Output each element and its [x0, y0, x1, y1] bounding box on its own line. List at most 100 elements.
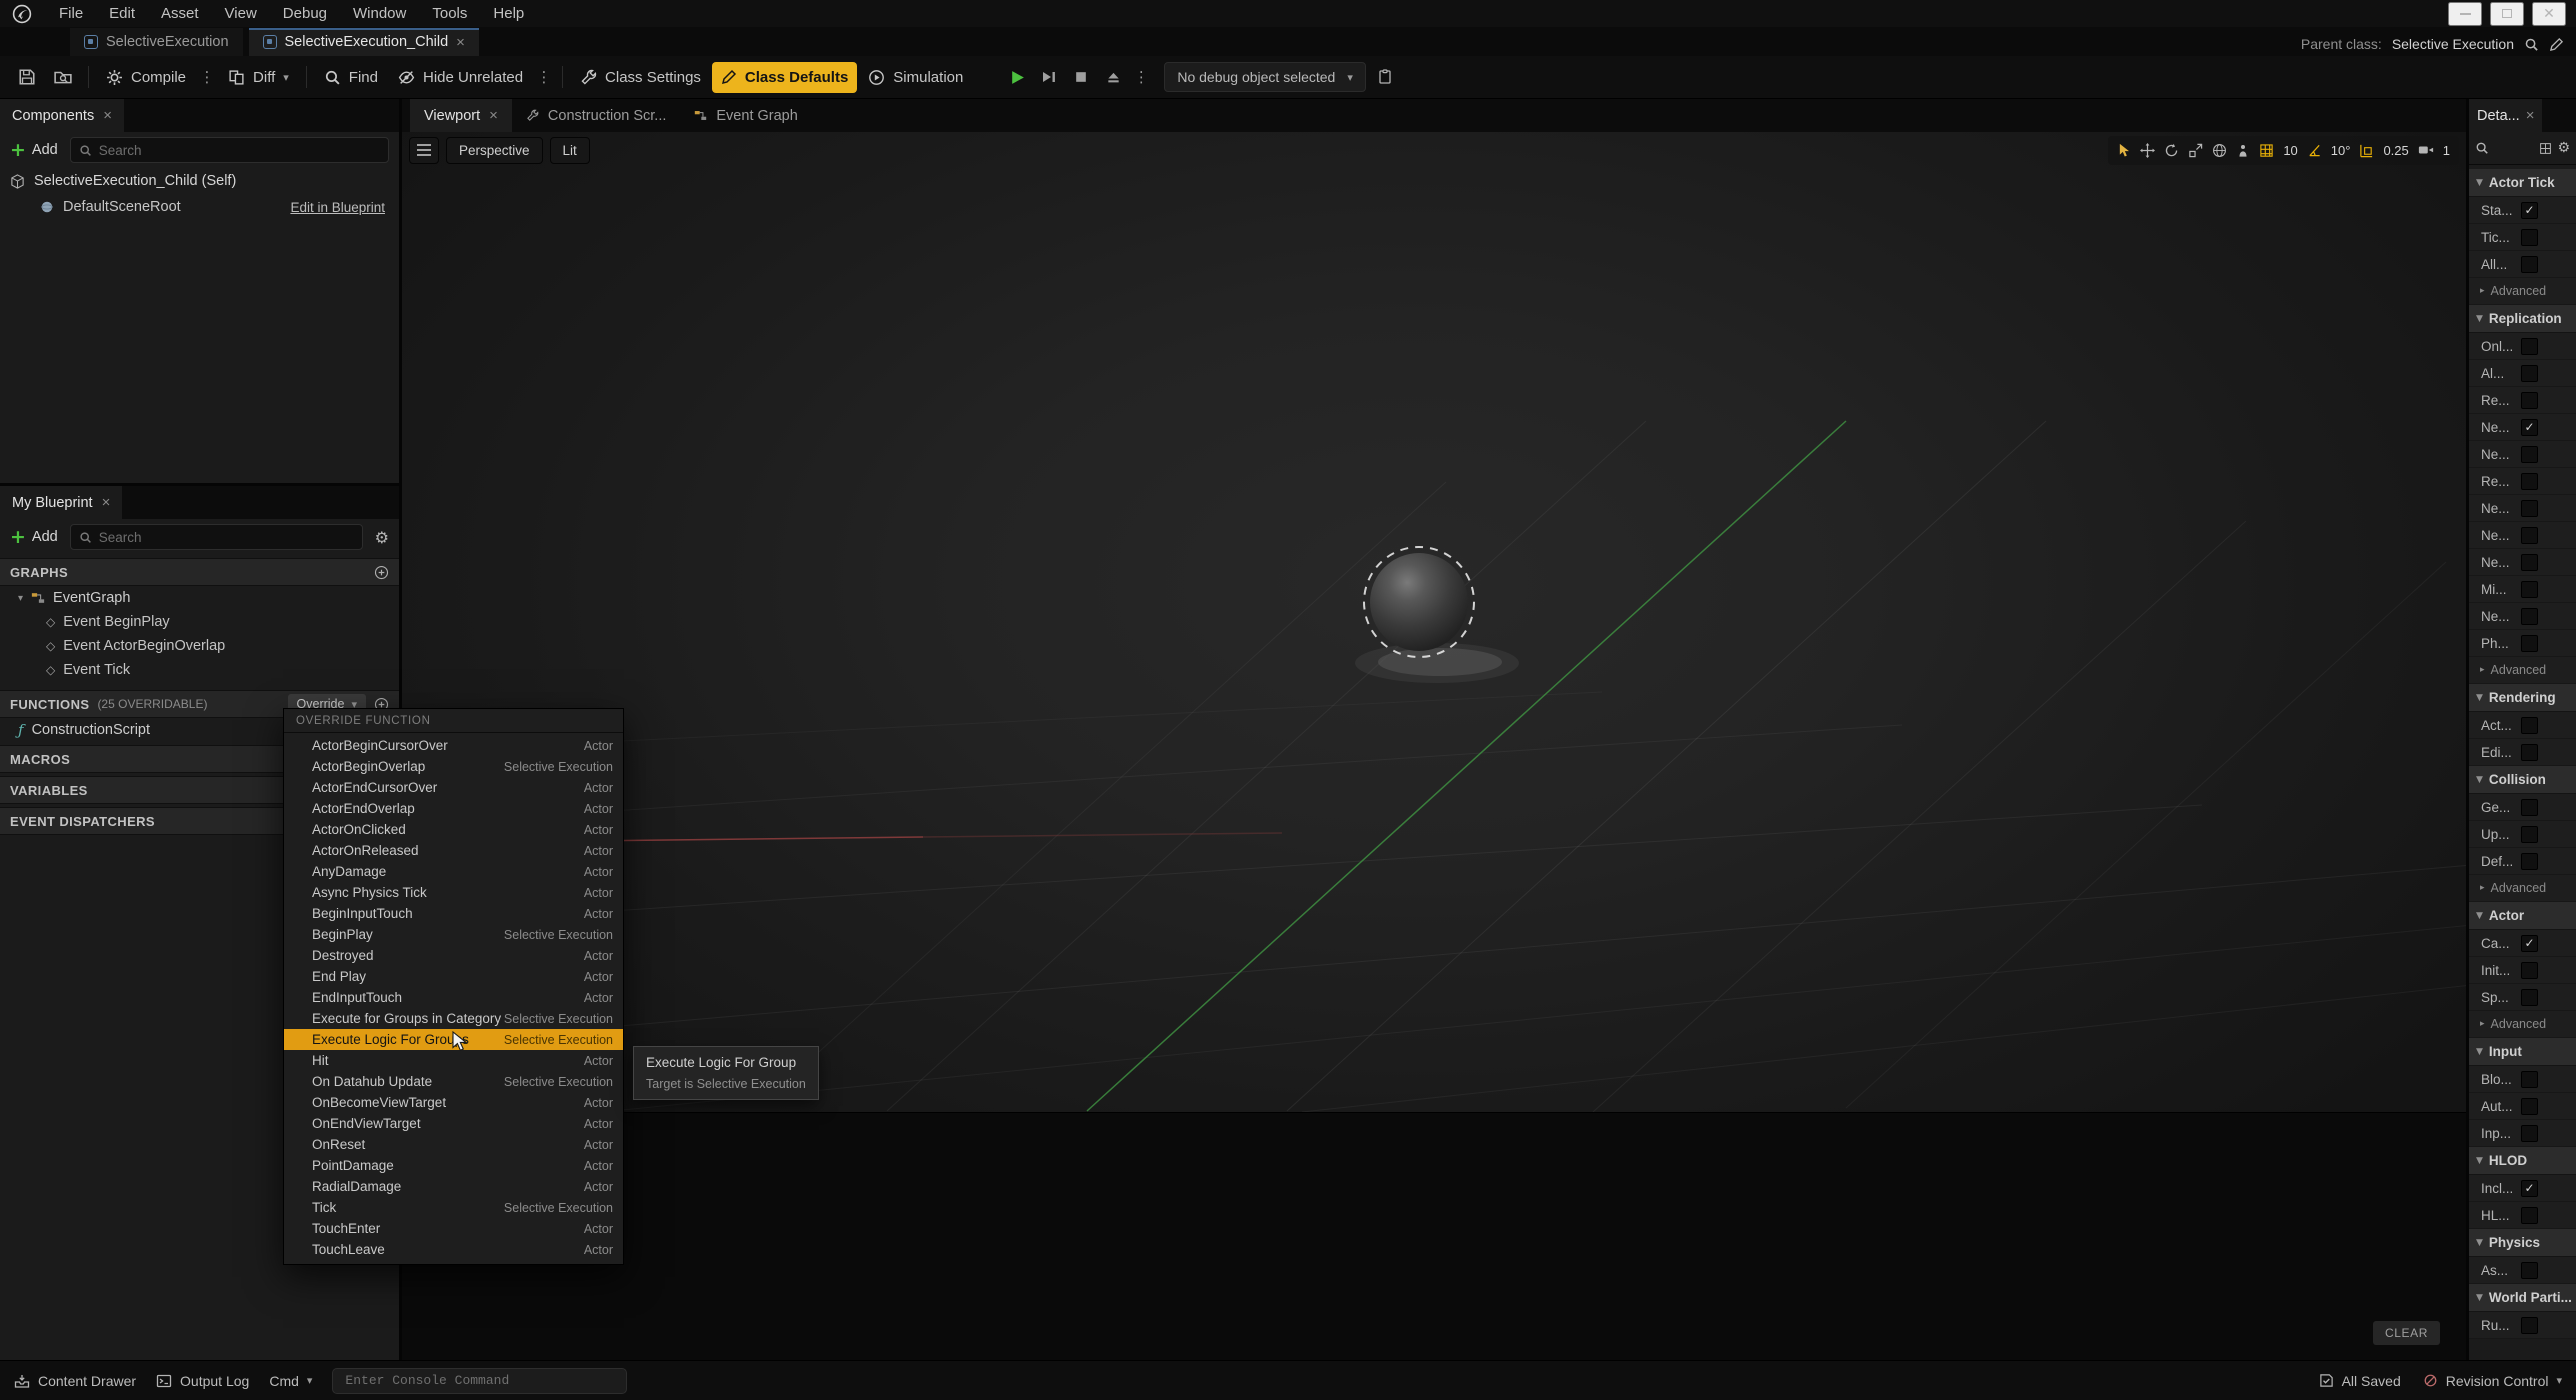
hide-unrelated-button[interactable]: Hide Unrelated — [389, 62, 532, 93]
add-blueprint-item-button[interactable]: + Add — [10, 528, 58, 547]
content-drawer-button[interactable]: Content Drawer — [14, 1373, 136, 1389]
details-checkbox[interactable]: ✓ — [2521, 202, 2538, 219]
override-menu-item[interactable]: BeginInputTouch Actor — [284, 903, 623, 924]
details-section-header[interactable]: ▼ World Parti... — [2469, 1284, 2576, 1312]
compile-options-button[interactable]: ⋮ — [197, 62, 217, 93]
play-options-button[interactable]: ⋮ — [1130, 62, 1152, 93]
camera-speed-icon[interactable] — [2418, 143, 2434, 157]
menubar-item[interactable]: Tools — [419, 0, 480, 27]
details-display-filter-icon[interactable] — [2539, 142, 2552, 155]
debug-browse-button[interactable] — [1368, 62, 1402, 93]
menubar-item[interactable]: View — [212, 0, 270, 27]
asset-tab-selectiveexecution[interactable]: SelectiveExecution — [70, 28, 243, 56]
override-menu-item[interactable]: ActorBeginOverlap Selective Execution — [284, 756, 623, 777]
menubar-item[interactable]: Debug — [270, 0, 340, 27]
surface-snap-icon[interactable] — [2236, 143, 2250, 158]
override-menu-item[interactable]: Async Physics Tick Actor — [284, 882, 623, 903]
viewport-3d-scene[interactable]: Perspective Lit 10 10° 0.2 — [402, 132, 2466, 1112]
menubar-item[interactable]: Edit — [96, 0, 148, 27]
class-defaults-button[interactable]: Class Defaults — [712, 62, 857, 93]
menubar-item[interactable]: Asset — [148, 0, 212, 27]
details-checkbox[interactable]: ✓ — [2521, 853, 2538, 870]
override-menu-item[interactable]: BeginPlay Selective Execution — [284, 924, 623, 945]
maximize-button[interactable] — [2490, 2, 2524, 26]
details-checkbox[interactable]: ✓ — [2521, 608, 2538, 625]
chevron-down-icon[interactable]: ▾ — [18, 593, 23, 604]
stop-button[interactable] — [1066, 62, 1096, 92]
details-checkbox[interactable]: ✓ — [2521, 473, 2538, 490]
browse-to-asset-button[interactable] — [46, 62, 80, 93]
override-menu-item[interactable]: OnBecomeViewTarget Actor — [284, 1092, 623, 1113]
override-menu-item[interactable]: TouchEnter Actor — [284, 1218, 623, 1239]
viewport-options-button[interactable] — [409, 137, 439, 164]
simulation-button[interactable]: Simulation — [859, 62, 972, 93]
grid-snap-icon[interactable] — [2259, 143, 2274, 158]
my-blueprint-search-input[interactable] — [99, 530, 354, 545]
component-root-item[interactable]: SelectiveExecution_Child (Self) — [0, 168, 399, 194]
close-panel-icon[interactable]: × — [489, 108, 498, 123]
graphs-section-header[interactable]: GRAPHS — [0, 558, 399, 586]
close-panel-icon[interactable]: × — [102, 495, 111, 510]
close-panel-icon[interactable]: × — [103, 108, 112, 123]
perspective-dropdown-button[interactable]: Perspective — [446, 137, 543, 164]
override-menu-item[interactable]: ActorBeginCursorOver Actor — [284, 735, 623, 756]
override-menu-item[interactable]: Execute for Groups in Category Selective… — [284, 1008, 623, 1029]
details-checkbox[interactable]: ✓ — [2521, 256, 2538, 273]
tab-event-graph[interactable]: Event Graph — [680, 99, 811, 132]
console-command-input[interactable] — [332, 1368, 627, 1394]
details-checkbox[interactable]: ✓ — [2521, 826, 2538, 843]
details-checkbox[interactable]: ✓ — [2521, 962, 2538, 979]
compile-button[interactable]: Compile — [97, 62, 195, 93]
search-parent-class-icon[interactable] — [2524, 37, 2539, 52]
details-checkbox[interactable]: ✓ — [2521, 935, 2538, 952]
tab-my-blueprint[interactable]: My Blueprint × — [0, 486, 122, 519]
details-section-header[interactable]: ▼ Collision — [2469, 766, 2576, 794]
edit-in-blueprint-link[interactable]: Edit in Blueprint — [290, 200, 389, 215]
class-settings-button[interactable]: Class Settings — [571, 62, 710, 93]
details-checkbox[interactable]: ✓ — [2521, 365, 2538, 382]
override-menu-item[interactable]: Destroyed Actor — [284, 945, 623, 966]
close-button[interactable]: ✕ — [2532, 2, 2566, 26]
camera-speed-value[interactable]: 1 — [2443, 143, 2450, 158]
details-section-header[interactable]: ▼ Actor Tick — [2469, 169, 2576, 197]
override-menu-item[interactable]: On Datahub Update Selective Execution — [284, 1071, 623, 1092]
override-menu-item[interactable]: ActorOnReleased Actor — [284, 840, 623, 861]
override-menu-item[interactable]: PointDamage Actor — [284, 1155, 623, 1176]
details-checkbox[interactable]: ✓ — [2521, 1317, 2538, 1334]
tab-construction-script[interactable]: Construction Scr... — [512, 99, 680, 132]
output-log-button[interactable]: Output Log — [156, 1373, 249, 1389]
details-checkbox[interactable]: ✓ — [2521, 635, 2538, 652]
details-advanced-row[interactable]: ▸ Advanced — [2469, 1011, 2576, 1038]
details-advanced-row[interactable]: ▸ Advanced — [2469, 875, 2576, 902]
override-menu-item[interactable]: Tick Selective Execution — [284, 1197, 623, 1218]
details-section-header[interactable]: ▼ Replication — [2469, 305, 2576, 333]
details-advanced-row[interactable]: ▸ Advanced — [2469, 657, 2576, 684]
rotation-snap-value[interactable]: 10° — [2331, 143, 2351, 158]
event-item[interactable]: ◇ Event ActorBeginOverlap — [0, 634, 399, 658]
add-component-button[interactable]: + Add — [10, 141, 58, 160]
override-menu-item[interactable]: ActorEndOverlap Actor — [284, 798, 623, 819]
tab-components[interactable]: Components × — [0, 99, 124, 132]
details-section-header[interactable]: ▼ Input — [2469, 1038, 2576, 1066]
cmd-dropdown-button[interactable]: Cmd ▾ — [269, 1373, 312, 1389]
details-advanced-row[interactable]: ▸ Advanced — [2469, 278, 2576, 305]
tab-viewport[interactable]: Viewport × — [410, 99, 512, 132]
scale-snap-value[interactable]: 0.25 — [2383, 143, 2408, 158]
details-checkbox[interactable]: ✓ — [2521, 799, 2538, 816]
diff-button[interactable]: Diff ▾ — [219, 62, 298, 93]
details-section-header[interactable]: ▼ HLOD — [2469, 1147, 2576, 1175]
details-checkbox[interactable]: ✓ — [2521, 554, 2538, 571]
details-checkbox[interactable]: ✓ — [2521, 500, 2538, 517]
move-tool-icon[interactable] — [2140, 143, 2155, 158]
all-saved-button[interactable]: All Saved — [2319, 1373, 2401, 1389]
override-menu-item[interactable]: ActorOnClicked Actor — [284, 819, 623, 840]
details-checkbox[interactable]: ✓ — [2521, 581, 2538, 598]
details-search-icon[interactable] — [2475, 141, 2489, 155]
details-checkbox[interactable]: ✓ — [2521, 1262, 2538, 1279]
menubar-item[interactable]: File — [46, 0, 96, 27]
hide-unrelated-options-button[interactable]: ⋮ — [534, 62, 554, 93]
minimize-button[interactable] — [2448, 2, 2482, 26]
menubar-item[interactable]: Help — [480, 0, 537, 27]
details-checkbox[interactable]: ✓ — [2521, 338, 2538, 355]
debug-object-dropdown[interactable]: No debug object selected ▾ — [1164, 62, 1366, 92]
